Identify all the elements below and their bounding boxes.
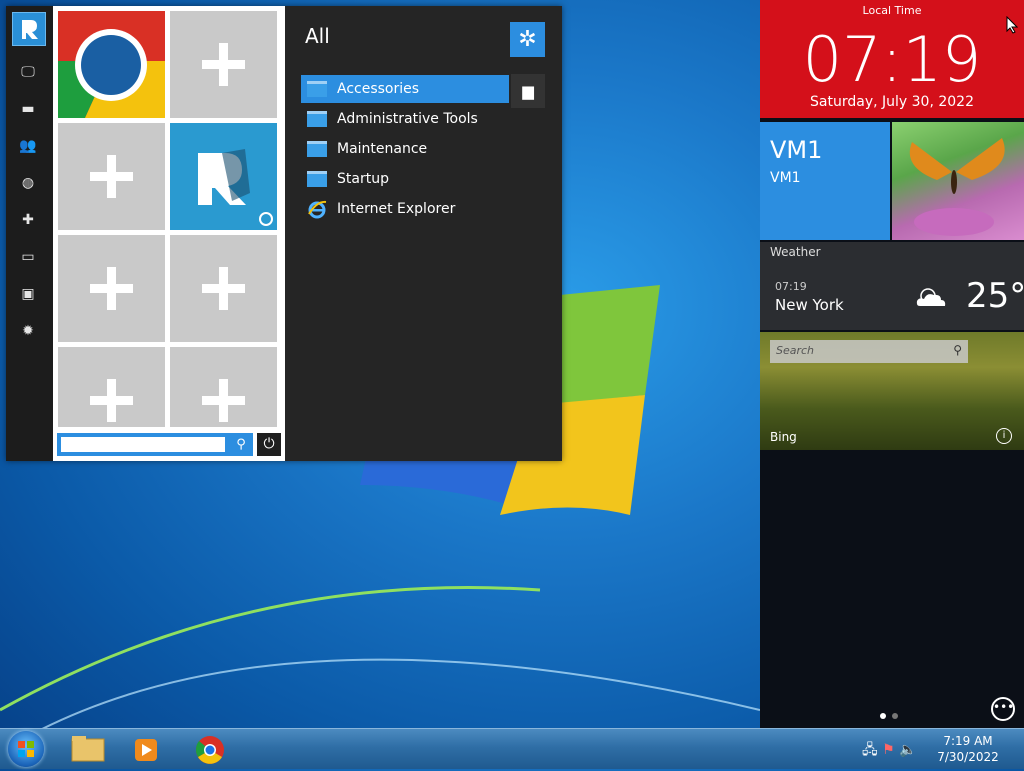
- plus-icon: [90, 155, 133, 198]
- vm-tile[interactable]: VM1 VM1: [760, 122, 890, 240]
- cloud-sun-icon: [916, 288, 946, 306]
- tile-add[interactable]: [58, 235, 165, 342]
- tile-add[interactable]: [58, 347, 165, 427]
- app-item-internet-explorer[interactable]: Internet Explorer: [301, 195, 509, 223]
- users-icon[interactable]: 👥: [18, 137, 38, 155]
- monitor-icon[interactable]: 🖵: [18, 63, 38, 81]
- globe-icon[interactable]: ◍: [18, 174, 38, 192]
- app-item-label: Internet Explorer: [337, 201, 456, 217]
- app-item-label: Startup: [337, 171, 389, 187]
- weather-city: New York: [775, 296, 844, 314]
- app-item-administrative-tools[interactable]: Administrative Tools: [301, 105, 509, 133]
- start-menu-sidebar: 🖵 ▬ 👥 ◍ ✚ ▭ ▣ ✹: [6, 6, 53, 461]
- tile-remote-app[interactable]: [170, 123, 277, 230]
- start-search-input[interactable]: [61, 437, 225, 452]
- app-item-label: Maintenance: [337, 141, 428, 157]
- taskbar-date: 7/30/2022: [937, 750, 999, 764]
- network-icon[interactable]: 🖧: [862, 742, 878, 758]
- weather-time: 07:19: [775, 280, 807, 293]
- clock-date: Saturday, July 30, 2022: [810, 94, 974, 110]
- taskbar-media-player[interactable]: [118, 731, 174, 767]
- app-logo-icon[interactable]: [12, 12, 46, 46]
- app-logo-icon: [198, 149, 273, 226]
- clock-title: Local Time: [862, 4, 922, 17]
- taskbar-chrome[interactable]: [182, 731, 238, 767]
- chrome-icon: [195, 736, 224, 764]
- plus-icon: [202, 379, 245, 422]
- photo-tile[interactable]: [892, 122, 1024, 240]
- folder-icon: [307, 141, 327, 157]
- action-center-icon[interactable]: ⚑: [882, 742, 895, 758]
- app-item-label: Administrative Tools: [337, 111, 478, 127]
- start-search: ⚲: [57, 433, 253, 456]
- media-player-icon: [135, 739, 157, 761]
- search-icon: ⚲: [953, 343, 962, 357]
- start-menu: 🖵 ▬ 👥 ◍ ✚ ▭ ▣ ✹ ⚲ ⏻ All ✲ Accessories ▆ …: [6, 6, 562, 461]
- ellipsis-icon: •••: [993, 700, 1015, 714]
- side-panel: Local Time 07:19 Saturday, July 30, 2022…: [760, 0, 1024, 728]
- folder-icon: ▆: [522, 82, 534, 100]
- open-folder-button[interactable]: ▆: [511, 74, 545, 108]
- folder-icon: [307, 81, 327, 97]
- info-icon[interactable]: i: [996, 428, 1012, 444]
- taskbar-time: 7:19 AM: [943, 734, 993, 748]
- tile-add[interactable]: [170, 235, 277, 342]
- windows-icon: [18, 741, 34, 757]
- taskbar: 🖧 ⚑ 🔈 7:19 AM 7/30/2022: [0, 728, 1024, 769]
- vm-name: VM1: [770, 136, 823, 164]
- gear-icon[interactable]: ✹: [18, 322, 38, 340]
- system-tray: 🖧 ⚑ 🔈: [862, 739, 917, 763]
- settings-button[interactable]: ✲: [510, 22, 545, 57]
- pinned-tiles: [53, 6, 285, 461]
- bing-search-placeholder: Search: [776, 344, 815, 357]
- folder-icon[interactable]: ▬: [18, 100, 38, 118]
- weather-temperature: 25°: [966, 276, 1024, 316]
- folder-icon: [307, 171, 327, 187]
- plus-icon: [202, 43, 245, 86]
- wallpaper-swoosh: [0, 586, 760, 730]
- chrome-icon: [58, 11, 165, 118]
- search-icon[interactable]: ⚲: [229, 433, 253, 456]
- weather-title: Weather: [770, 245, 821, 259]
- app-item-startup[interactable]: Startup: [301, 165, 509, 193]
- internet-explorer-icon: [308, 200, 327, 219]
- page-dot[interactable]: [892, 713, 898, 719]
- folder-icon: [307, 111, 327, 127]
- vm-subtitle: VM1: [770, 170, 801, 186]
- tile-add[interactable]: [170, 11, 277, 118]
- bing-search-input[interactable]: Search ⚲: [770, 340, 968, 363]
- app-list-heading: All: [305, 24, 330, 48]
- clock-tile[interactable]: Local Time 07:19 Saturday, July 30, 2022: [760, 0, 1024, 118]
- power-icon: ⏻: [263, 436, 275, 452]
- page-indicator: [880, 704, 904, 723]
- page-dot[interactable]: [880, 713, 886, 719]
- butterfly-photo: [909, 138, 1005, 236]
- volume-icon[interactable]: 🔈: [899, 742, 916, 758]
- app-item-label: Accessories: [337, 81, 420, 97]
- gear-icon: ✲: [518, 27, 537, 52]
- app-item-maintenance[interactable]: Maintenance: [301, 135, 509, 163]
- bing-tile: Search ⚲ Bing i: [760, 332, 1024, 450]
- clock-time: 07:19: [802, 23, 982, 96]
- taskbar-explorer[interactable]: [60, 731, 116, 767]
- power-button[interactable]: ⏻: [257, 433, 281, 456]
- plus-icon: [90, 379, 133, 422]
- plus-icon: [202, 267, 245, 310]
- tile-add[interactable]: [58, 123, 165, 230]
- start-button[interactable]: [8, 731, 44, 767]
- chart-icon[interactable]: ▭: [18, 248, 38, 266]
- app-list: All ✲ Accessories ▆ Administrative Tools…: [285, 6, 562, 461]
- weather-tile[interactable]: Weather 07:19 New York 25°: [760, 242, 1024, 330]
- more-button[interactable]: •••: [991, 697, 1015, 721]
- tile-chrome[interactable]: [58, 11, 165, 118]
- taskbar-clock[interactable]: 7:19 AM 7/30/2022: [920, 733, 1016, 765]
- puzzle-icon[interactable]: ✚: [18, 211, 38, 229]
- tile-add[interactable]: [170, 347, 277, 427]
- mouse-cursor: [1006, 16, 1018, 34]
- window-icon[interactable]: ▣: [18, 285, 38, 303]
- file-explorer-icon: [71, 736, 105, 762]
- app-item-accessories[interactable]: Accessories: [301, 75, 509, 103]
- bing-label: Bing: [770, 430, 797, 444]
- plus-icon: [90, 267, 133, 310]
